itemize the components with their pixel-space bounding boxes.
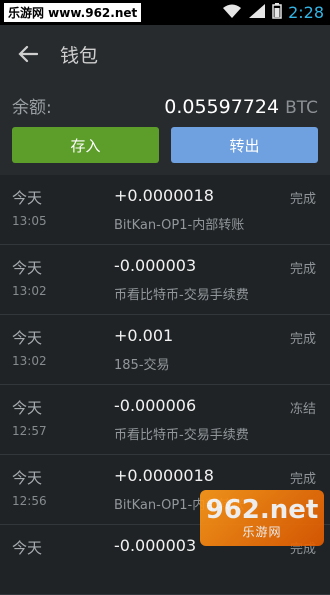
tx-status: 完成	[289, 192, 316, 207]
tx-amount: +0.0000018	[114, 466, 214, 485]
transaction-row[interactable]: 今天 13:02 -0.000003 币看比特币-交易手续费 完成	[0, 245, 330, 315]
battery-icon	[272, 2, 282, 23]
balance-label: 余额:	[12, 98, 52, 118]
tx-day: 今天	[12, 189, 43, 207]
signal-icon	[248, 3, 266, 23]
action-buttons: 存入 转出	[12, 127, 318, 163]
wifi-icon	[222, 3, 242, 23]
tx-status: 冻结	[289, 402, 316, 417]
balance-row: 余额: 0.05597724 BTC	[12, 93, 318, 123]
clock: 2:28	[288, 3, 324, 22]
watermark-text: 乐游网 www.962.net	[4, 3, 142, 22]
tx-day: 今天	[12, 399, 43, 417]
status-bar: 乐游网 www.962.net 2:28	[0, 0, 330, 25]
arrow-left-icon	[18, 45, 38, 63]
tx-time: 12:57	[12, 424, 47, 438]
tx-amount: -0.000003	[114, 536, 197, 555]
tx-day: 今天	[12, 329, 43, 347]
tx-amount: +0.0000018	[114, 186, 214, 205]
tx-time: 13:05	[12, 214, 47, 228]
tx-day: 今天	[12, 469, 43, 487]
transaction-row[interactable]: 今天 12:57 -0.000006 币看比特币-交易手续费 冻结	[0, 385, 330, 455]
tx-description: 币看比特币-交易手续费	[114, 288, 249, 303]
tx-description: 185-交易	[114, 358, 170, 373]
tx-day: 今天	[12, 259, 43, 277]
tx-time: 13:02	[12, 354, 47, 368]
logo-sub-text: 乐游网	[242, 524, 282, 539]
tx-time: 13:02	[12, 284, 47, 298]
tx-amount: -0.000006	[114, 396, 197, 415]
page-title: 钱包	[60, 44, 99, 67]
balance-value: 0.05597724	[164, 96, 280, 118]
app-bar: 钱包	[0, 25, 330, 83]
balance-unit: BTC	[285, 98, 318, 118]
tx-status: 完成	[289, 332, 316, 347]
withdraw-button[interactable]: 转出	[171, 127, 318, 163]
tx-amount: -0.000003	[114, 256, 197, 275]
transaction-row[interactable]: 今天 13:05 +0.0000018 BitKan-OP1-内部转账 完成	[0, 175, 330, 245]
tx-day: 今天	[12, 539, 43, 557]
balance-section: 余额: 0.05597724 BTC 存入 转出	[0, 83, 330, 175]
tx-time: 12:56	[12, 494, 47, 508]
tx-status: 完成	[289, 472, 316, 487]
status-icons: 2:28	[222, 2, 324, 23]
transaction-row[interactable]: 今天 13:02 +0.001 185-交易 完成	[0, 315, 330, 385]
tx-amount: +0.001	[114, 326, 174, 345]
balance-amount: 0.05597724 BTC	[164, 96, 318, 118]
back-button[interactable]	[14, 40, 42, 68]
logo-main-text: 962.net	[205, 494, 319, 525]
tx-description: BitKan-OP1-内部转账	[114, 218, 245, 233]
deposit-button[interactable]: 存入	[12, 127, 159, 163]
tx-description: 币看比特币-交易手续费	[114, 428, 249, 443]
watermark-logo: 962.net 乐游网	[200, 490, 324, 546]
tx-status: 完成	[289, 262, 316, 277]
